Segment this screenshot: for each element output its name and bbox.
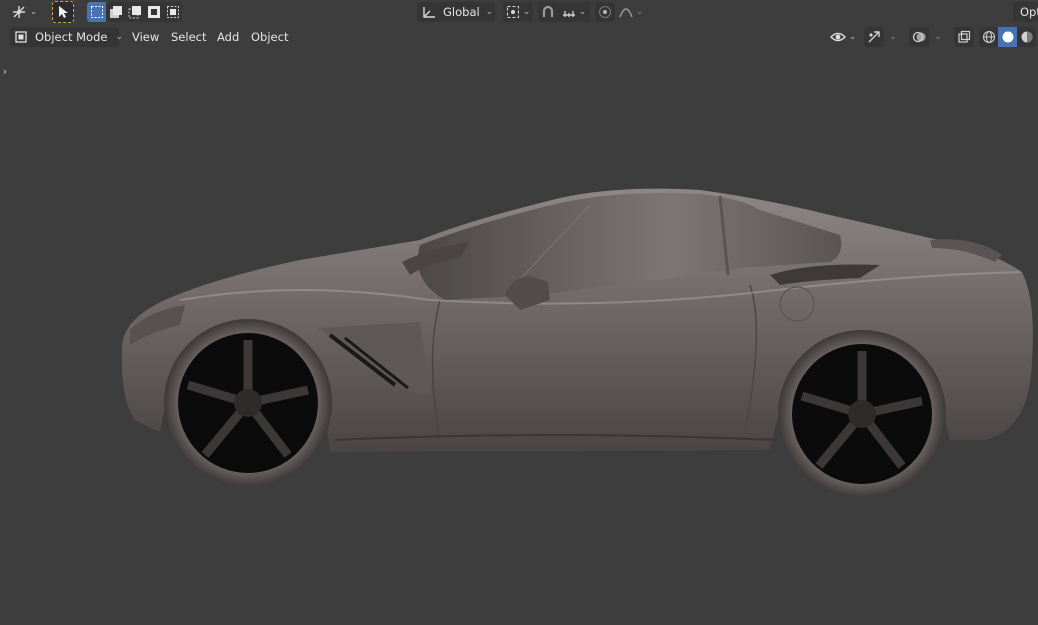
chevron-down-icon: ⌄ [934,32,942,42]
snap-toggle[interactable] [538,2,558,22]
magnet-icon [541,5,555,19]
overlays-dropdown[interactable]: ⌄ [929,27,947,47]
select-box-invert-icon[interactable] [144,2,163,22]
visibility-dropdown[interactable]: ⌄ [828,27,858,47]
tool-settings-bar: ⌄ Global ⌄ ⌄ ⌄ ⌄ Op [0,0,1038,24]
options-dropdown[interactable]: Opt [1013,2,1038,22]
snap-target-dropdown[interactable]: ⌄ [558,2,590,22]
chevron-down-icon: ⌄ [578,7,587,17]
solid-shading-icon[interactable] [998,27,1017,47]
gizmo-toggle[interactable] [864,27,884,47]
gizmo-transform-icon [11,4,27,20]
rear-wheel [778,330,946,498]
pivot-point-dropdown[interactable]: ⌄ [503,2,533,22]
chevron-down-icon: ⌄ [522,7,531,17]
chevron-down-icon: ⌄ [635,7,644,17]
wireframe-shading-icon[interactable] [979,27,998,47]
snap-increment-icon [562,5,576,19]
chevron-down-icon: ⌄ [115,32,123,42]
menu-object[interactable]: Object [245,27,294,47]
options-label: Opt [1020,5,1038,19]
overlay-icon [912,30,926,44]
xray-toggle[interactable] [954,27,974,47]
material-shading-icon[interactable] [1017,27,1036,47]
pivot-point-icon [506,5,520,19]
menu-add[interactable]: Add [211,27,245,47]
menu-view[interactable]: View [126,27,165,47]
menu-select[interactable]: Select [165,27,212,47]
orientation-axes-icon [421,5,437,19]
shading-mode-group [979,27,1036,47]
select-box-new-icon[interactable] [87,2,106,22]
eye-icon [829,30,846,44]
overlays-toggle[interactable] [909,27,929,47]
object-mode-icon [14,30,28,44]
sports-car-model [121,188,1033,498]
mode-label: Object Mode [35,30,108,44]
front-wheel [164,319,332,487]
xray-icon [957,30,971,44]
3d-viewport[interactable] [0,50,1038,625]
select-tool-button[interactable] [52,1,74,23]
transform-orientation-dropdown[interactable]: Global ⌄ [417,2,495,22]
mode-dropdown[interactable]: Object Mode ⌄ [10,27,123,47]
viewport-header: Object Mode ⌄ View Select Add Object ⌄ ⌄… [0,24,1038,50]
select-box-intersect-icon[interactable] [163,2,182,22]
chevron-down-icon: ⌄ [485,7,494,17]
cursor-arrow-icon [57,5,69,19]
gizmo-dropdown[interactable]: ⌄ [884,27,902,47]
chevron-down-icon: ⌄ [29,7,38,17]
chevron-down-icon: ⌄ [848,32,857,42]
falloff-dropdown[interactable]: ⌄ [616,2,646,22]
chevron-down-icon: ⌄ [889,32,897,42]
proportional-edit-toggle[interactable] [595,2,615,22]
falloff-curve-icon [619,5,633,19]
select-box-extend-icon[interactable] [106,2,125,22]
selection-mode-group [87,2,182,22]
select-box-subtract-icon[interactable] [125,2,144,22]
gizmo-icon [867,30,881,44]
proportional-edit-icon [598,5,612,19]
transform-gizmo-dropdown[interactable]: ⌄ [9,2,39,22]
transform-orientation-label: Global [443,5,480,19]
